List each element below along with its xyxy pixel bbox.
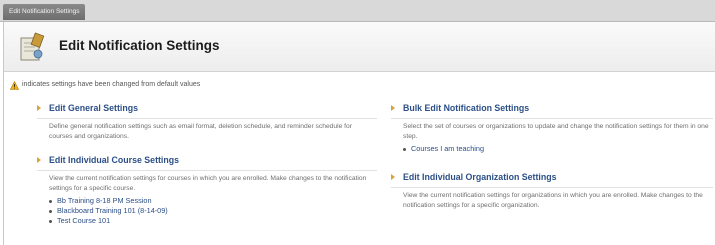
bulk-list: Courses I am teaching <box>391 144 713 154</box>
page-content: Edit Notification Settings indicates set… <box>3 22 715 245</box>
breadcrumb-item[interactable]: Edit Notification Settings <box>3 4 86 20</box>
section-header: Bulk Edit Notification Settings <box>391 101 713 115</box>
section-header: Edit Individual Course Settings <box>37 153 377 167</box>
bulk-edit-notification-settings-link[interactable]: Bulk Edit Notification Settings <box>403 101 529 115</box>
edit-general-settings-link[interactable]: Edit General Settings <box>49 101 138 115</box>
section-course: Edit Individual Course Settings View the… <box>37 153 377 226</box>
course-link[interactable]: Bb Training 8-18 PM Session <box>57 196 152 206</box>
course-link[interactable]: Test Course 101 <box>57 216 110 226</box>
divider <box>391 118 713 119</box>
warning-triangle-icon <box>10 80 19 90</box>
bullet-icon <box>49 219 52 223</box>
courses-i-am-teaching-link[interactable]: Courses I am teaching <box>411 144 484 154</box>
section-header: Edit General Settings <box>37 101 377 115</box>
divider <box>391 187 713 188</box>
section-header: Edit Individual Organization Settings <box>391 170 713 184</box>
list-item: Test Course 101 <box>49 216 377 226</box>
section-description: View the current notification settings f… <box>49 175 367 192</box>
page-title: Edit Notification Settings <box>59 38 220 53</box>
legend-text: indicates settings have been changed fro… <box>22 81 201 88</box>
course-list: Bb Training 8-18 PM Session Blackboard T… <box>37 196 377 226</box>
arrow-right-icon <box>391 174 395 180</box>
bullet-icon <box>49 199 52 203</box>
arrow-right-icon <box>391 105 395 111</box>
list-item: Blackboard Training 101 (8-14-09) <box>49 206 377 216</box>
section-organization: Edit Individual Organization Settings Vi… <box>391 170 713 210</box>
arrow-right-icon <box>37 157 41 163</box>
breadcrumb-bar: Edit Notification Settings <box>0 0 715 22</box>
bullet-icon <box>403 147 406 151</box>
course-link[interactable]: Blackboard Training 101 (8-14-09) <box>57 206 168 216</box>
bullet-icon <box>49 209 52 213</box>
section-description: Select the set of courses or organizatio… <box>403 123 709 140</box>
section-general: Edit General Settings Define general not… <box>37 101 377 141</box>
legend: indicates settings have been changed fro… <box>10 79 200 91</box>
arrow-right-icon <box>37 105 41 111</box>
notification-settings-icon <box>20 32 45 61</box>
section-description: Define general notification settings suc… <box>49 123 352 140</box>
edit-individual-course-settings-link[interactable]: Edit Individual Course Settings <box>49 153 179 167</box>
list-item: Courses I am teaching <box>403 144 713 154</box>
divider <box>37 170 377 171</box>
section-description: View the current notification settings f… <box>403 192 703 209</box>
list-item: Bb Training 8-18 PM Session <box>49 196 377 206</box>
edit-individual-organization-settings-link[interactable]: Edit Individual Organization Settings <box>403 170 556 184</box>
section-bulk: Bulk Edit Notification Settings Select t… <box>391 101 713 154</box>
page-header: Edit Notification Settings <box>4 22 715 72</box>
divider <box>37 118 377 119</box>
